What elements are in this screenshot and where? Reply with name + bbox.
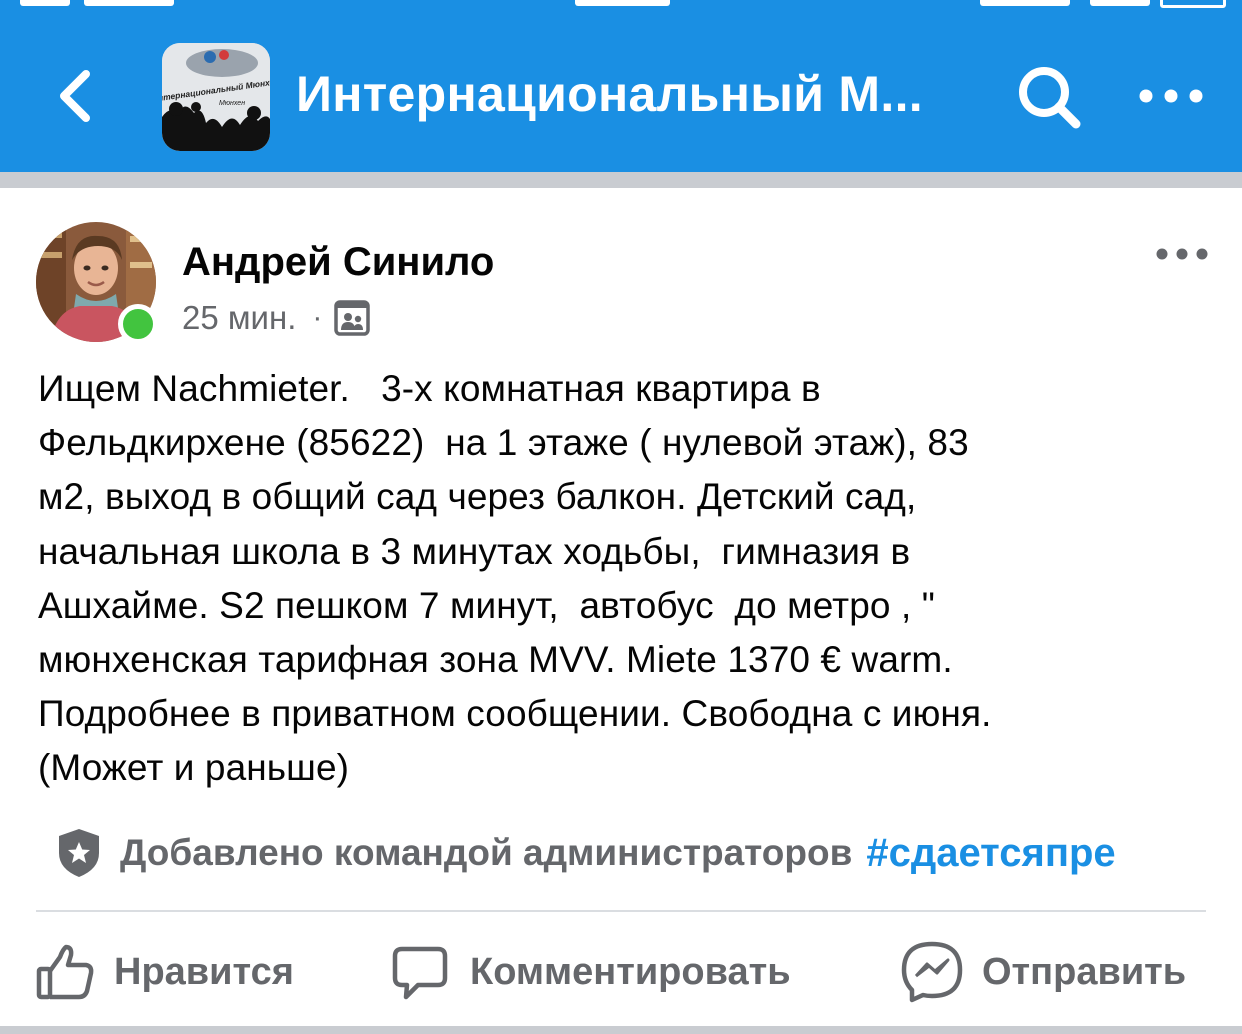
- group-audience-icon: [334, 300, 371, 336]
- thumbs-up-icon: [36, 944, 94, 1000]
- group-title[interactable]: Интернациональный М...: [296, 62, 923, 126]
- admin-approval-note: Добавлено командой администраторов #сдае…: [56, 822, 1242, 884]
- meta-separator: ·: [312, 301, 323, 334]
- like-button[interactable]: Нравится: [36, 936, 294, 1008]
- send-label: Отправить: [982, 950, 1187, 993]
- post-body-text: Ищем Nachmieter. 3-х комнатная квартира …: [38, 368, 992, 789]
- section-separator: [0, 172, 1242, 188]
- search-icon: [1019, 67, 1081, 129]
- svg-text:Мюнхен: Мюнхен: [219, 100, 245, 107]
- admin-shield-icon: [59, 829, 99, 877]
- comment-label: Комментировать: [470, 950, 791, 993]
- messenger-icon: [901, 941, 963, 1003]
- more-horizontal-icon: [1156, 248, 1208, 260]
- hashtag-link[interactable]: #сдаетсяпре: [866, 831, 1115, 876]
- send-button[interactable]: Отправить: [900, 936, 1186, 1008]
- more-options-button[interactable]: [1136, 78, 1206, 114]
- admin-note-text: Добавлено командой администраторов: [120, 832, 853, 873]
- online-status-indicator: [118, 304, 158, 344]
- chevron-left-icon: [60, 70, 90, 122]
- bottom-separator: [0, 1026, 1242, 1034]
- back-button[interactable]: [44, 58, 104, 134]
- post-options-button[interactable]: [1154, 240, 1210, 268]
- group-header-bar: Интернациональный Мюнхен Мюнхен Интернац…: [0, 0, 1242, 172]
- group-logo-image: Интернациональный Мюнхен Мюнхен: [162, 43, 270, 151]
- post-meta: 25 мин. ·: [182, 296, 371, 340]
- comment-bubble-icon: [392, 946, 448, 1000]
- more-horizontal-icon: [1139, 89, 1203, 103]
- author-name[interactable]: Андрей Синило: [182, 238, 494, 286]
- group-cover-thumbnail[interactable]: Интернациональный Мюнхен Мюнхен: [162, 43, 270, 151]
- post-timestamp[interactable]: 25 мин.: [182, 299, 296, 337]
- like-label: Нравится: [114, 950, 294, 993]
- comment-button[interactable]: Комментировать: [392, 936, 791, 1008]
- search-button[interactable]: [1014, 62, 1086, 134]
- status-bar-remnant: [0, 0, 1242, 10]
- actions-divider: [36, 910, 1206, 912]
